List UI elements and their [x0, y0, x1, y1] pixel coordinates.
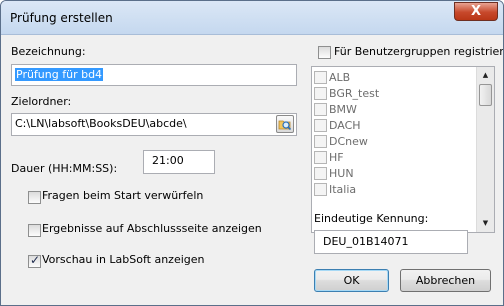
- results-checkbox[interactable]: [28, 224, 41, 237]
- bezeichnung-input[interactable]: Prüfung für bd4: [11, 64, 297, 86]
- title-bar: Prüfung erstellen X: [1, 1, 503, 35]
- zielordner-input[interactable]: C:\LN\labsoft\BooksDEU\abcde\: [11, 113, 297, 136]
- group-label: Italia: [329, 183, 357, 196]
- scroll-down-icon[interactable]: ▼: [477, 215, 494, 232]
- group-checkbox[interactable]: [314, 87, 327, 100]
- group-checkbox[interactable]: [314, 103, 327, 116]
- bezeichnung-label: Bezeichnung:: [11, 45, 86, 58]
- group-label: BGR_test: [329, 87, 380, 100]
- group-checkbox[interactable]: [314, 71, 327, 84]
- ok-button[interactable]: OK: [314, 269, 389, 292]
- preview-checkbox-label: Vorschau in LabSoft anzeigen: [42, 253, 205, 266]
- cancel-button[interactable]: Abbrechen: [400, 269, 491, 292]
- scroll-up-icon[interactable]: ▲: [477, 67, 494, 84]
- group-checkbox[interactable]: [314, 135, 327, 148]
- register-groups-checkbox[interactable]: [318, 46, 331, 59]
- user-groups-list[interactable]: ALB BGR_test BMW DACH DCnew HF HUN Itali…: [311, 66, 495, 233]
- register-groups-label: Für Benutzergruppen registrieren:: [334, 45, 504, 58]
- scroll-thumb[interactable]: [479, 84, 492, 106]
- list-scrollbar[interactable]: ▲ ▼: [476, 67, 494, 232]
- preview-checkbox[interactable]: [28, 253, 41, 268]
- dialog-window: Prüfung erstellen X Bezeichnung: Prüfung…: [0, 0, 504, 306]
- shuffle-checkbox-label: Fragen beim Start verwürfeln: [42, 189, 204, 202]
- dauer-input[interactable]: 21:00: [143, 150, 215, 174]
- zielordner-label: Zielordner:: [11, 95, 72, 108]
- group-checkbox[interactable]: [314, 167, 327, 180]
- kennung-label: Eindeutige Kennung:: [314, 212, 429, 225]
- window-title: Prüfung erstellen: [10, 11, 113, 25]
- group-label: HF: [329, 151, 344, 164]
- group-checkbox[interactable]: [314, 183, 327, 196]
- shuffle-checkbox[interactable]: [28, 191, 41, 204]
- dauer-value: 21:00: [152, 154, 184, 167]
- group-label: DCnew: [329, 135, 368, 148]
- close-button[interactable]: X: [454, 2, 498, 21]
- group-label: ALB: [329, 71, 351, 84]
- group-checkbox[interactable]: [314, 151, 327, 164]
- group-label: DACH: [329, 119, 361, 132]
- close-icon: X: [470, 4, 482, 19]
- bezeichnung-value: Prüfung für bd4: [15, 68, 104, 81]
- group-label: HUN: [329, 167, 354, 180]
- zielordner-value: C:\LN\labsoft\BooksDEU\abcde\: [15, 117, 187, 130]
- dialog-content: Bezeichnung: Prüfung für bd4 Zielordner:…: [8, 35, 503, 298]
- group-label: BMW: [329, 103, 357, 116]
- folder-search-icon: [278, 120, 292, 131]
- kennung-input[interactable]: DEU_01B14071: [314, 230, 468, 254]
- group-checkbox[interactable]: [314, 119, 327, 132]
- browse-folder-button[interactable]: [276, 115, 294, 133]
- dauer-label: Dauer (HH:MM:SS):: [11, 162, 118, 175]
- results-checkbox-label: Ergebnisse auf Abschlussseite anzeigen: [42, 222, 262, 235]
- kennung-value: DEU_01B14071: [323, 235, 409, 248]
